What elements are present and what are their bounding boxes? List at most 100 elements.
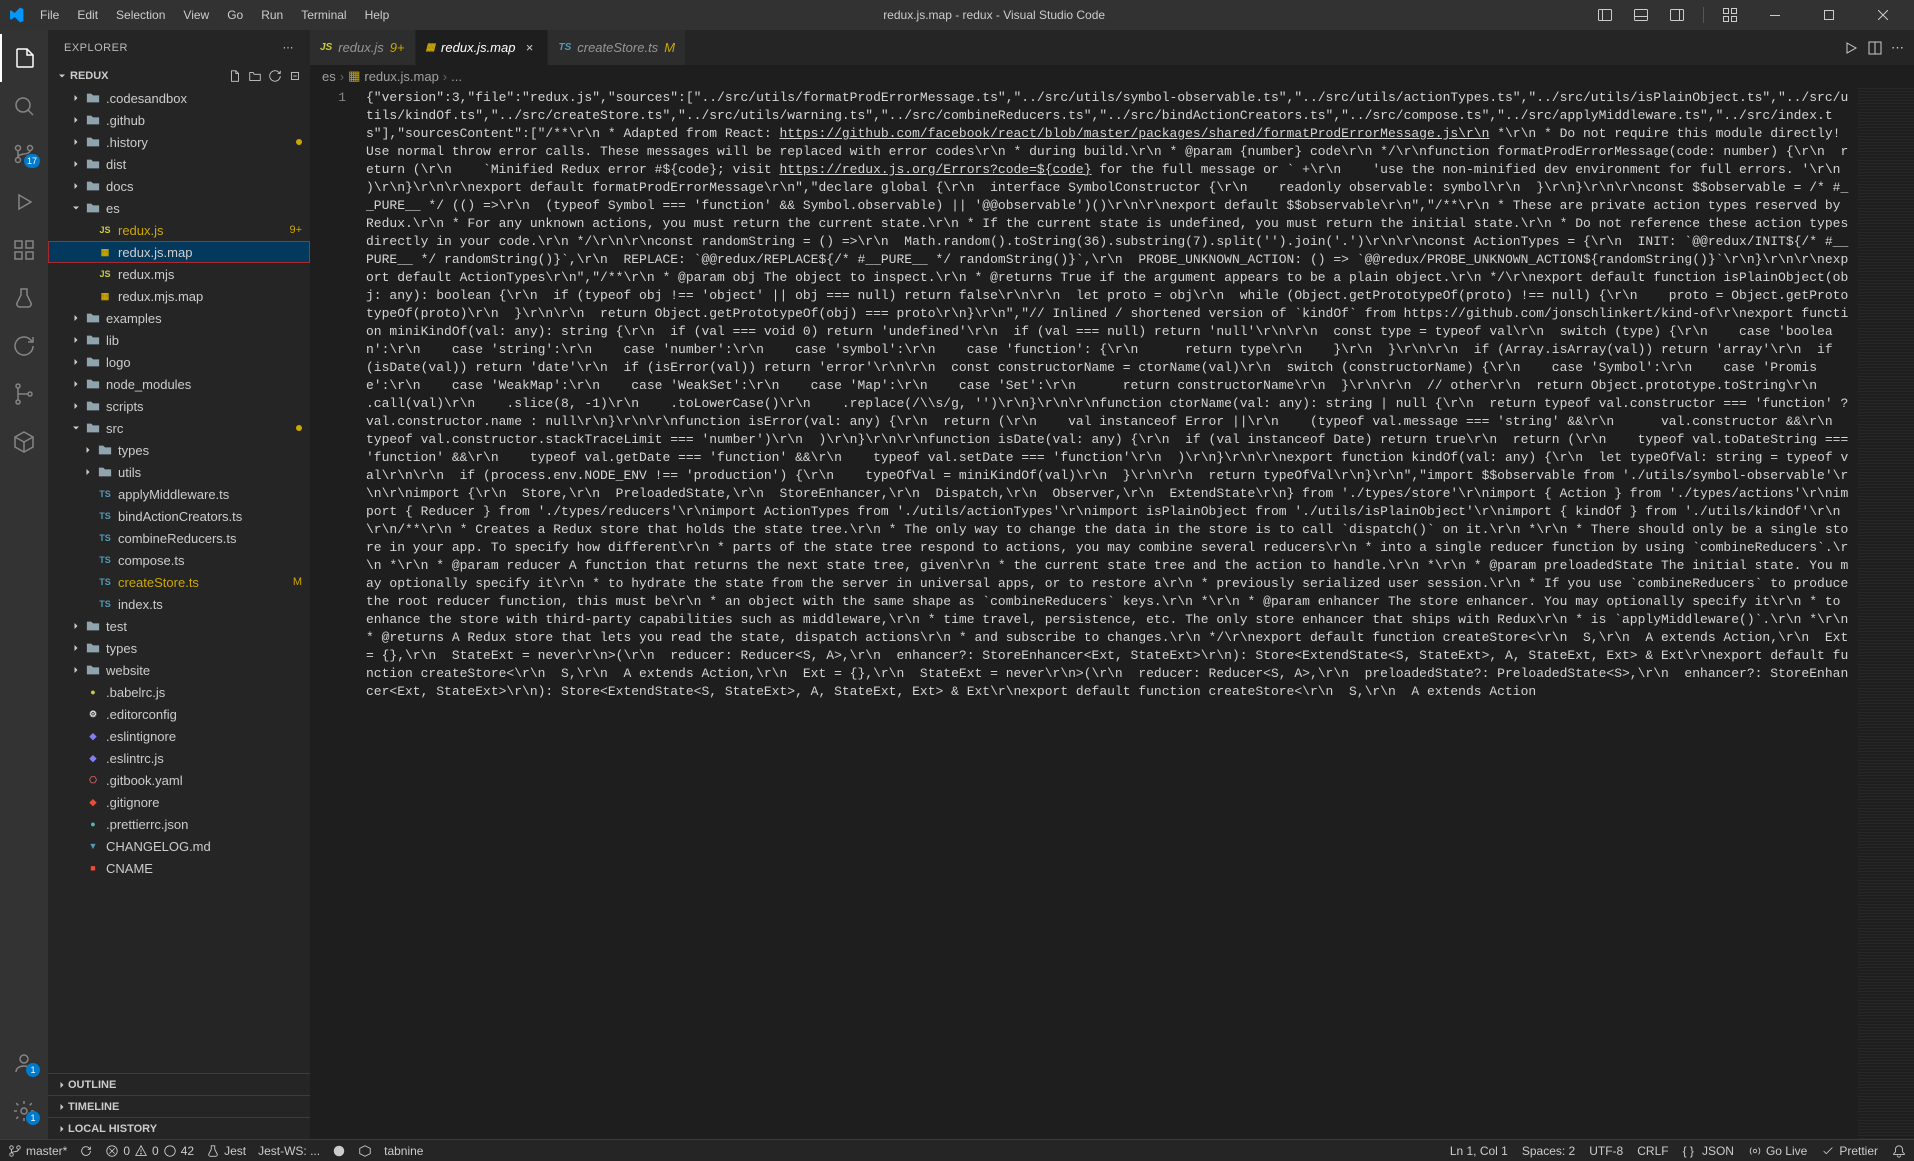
tree-file[interactable]: TScombineReducers.ts [48, 527, 310, 549]
minimize-button[interactable] [1752, 0, 1798, 30]
status-tabnine[interactable]: tabnine [384, 1144, 423, 1158]
menu-selection[interactable]: Selection [108, 4, 173, 26]
editor-more-icon[interactable]: ⋯ [1891, 40, 1904, 56]
tree-file[interactable]: TScreateStore.tsM [48, 571, 310, 593]
outline-section[interactable]: OUTLINE [48, 1073, 310, 1095]
status-eol[interactable]: CRLF [1637, 1144, 1668, 1158]
refresh-icon[interactable] [268, 69, 282, 83]
local-history-section[interactable]: LOCAL HISTORY [48, 1117, 310, 1139]
tree-folder[interactable]: lib [48, 329, 310, 351]
tree-file[interactable]: ▼CHANGELOG.md [48, 835, 310, 857]
breadcrumb-segment[interactable]: redux.js.map [364, 69, 438, 84]
status-branch[interactable]: master* [8, 1144, 67, 1158]
breadcrumb-segment[interactable]: es [322, 69, 336, 84]
customize-layout-icon[interactable] [1716, 4, 1744, 26]
tree-folder[interactable]: node_modules [48, 373, 310, 395]
toggle-panel-icon[interactable] [1627, 4, 1655, 26]
status-cursor[interactable]: Ln 1, Col 1 [1450, 1144, 1508, 1158]
tree-file[interactable]: ⚙.editorconfig [48, 703, 310, 725]
menu-file[interactable]: File [32, 4, 67, 26]
tree-file[interactable]: TSapplyMiddleware.ts [48, 483, 310, 505]
activity-accounts-icon[interactable]: 1 [0, 1039, 48, 1087]
run-debug-file-icon[interactable] [1843, 40, 1859, 56]
editor-tab[interactable]: JSredux.js9+ [310, 30, 416, 65]
tree-folder[interactable]: es [48, 197, 310, 219]
toggle-primary-sidebar-icon[interactable] [1591, 4, 1619, 26]
activity-package-icon[interactable] [0, 418, 48, 466]
status-indentation[interactable]: Spaces: 2 [1522, 1144, 1575, 1158]
activity-settings-icon[interactable]: 1 [0, 1087, 48, 1135]
split-editor-icon[interactable] [1867, 40, 1883, 56]
tree-folder[interactable]: website [48, 659, 310, 681]
close-tab-icon[interactable]: × [521, 40, 537, 55]
menu-edit[interactable]: Edit [69, 4, 106, 26]
tree-file[interactable]: ▦redux.js.map [48, 241, 310, 263]
tree-folder[interactable]: docs [48, 175, 310, 197]
new-folder-icon[interactable] [248, 69, 262, 83]
tree-file[interactable]: ⎔.gitbook.yaml [48, 769, 310, 791]
status-jest[interactable]: Jest [206, 1144, 246, 1158]
tree-folder[interactable]: examples [48, 307, 310, 329]
menu-go[interactable]: Go [219, 4, 251, 26]
activity-test-icon[interactable] [0, 274, 48, 322]
menu-run[interactable]: Run [253, 4, 291, 26]
explorer-root[interactable]: REDUX [48, 65, 310, 87]
activity-extensions-icon[interactable] [0, 226, 48, 274]
status-copilot[interactable] [332, 1144, 346, 1158]
toggle-secondary-sidebar-icon[interactable] [1663, 4, 1691, 26]
tree-file[interactable]: TScompose.ts [48, 549, 310, 571]
new-file-icon[interactable] [228, 69, 242, 83]
breadcrumb-segment[interactable]: ... [451, 69, 462, 84]
editor-tab[interactable]: ▦redux.js.map× [416, 30, 549, 65]
tree-folder[interactable]: src [48, 417, 310, 439]
tree-folder[interactable]: types [48, 439, 310, 461]
menu-help[interactable]: Help [357, 4, 398, 26]
activity-git-graph-icon[interactable] [0, 370, 48, 418]
status-language[interactable]: { }JSON [1683, 1144, 1734, 1158]
tree-folder[interactable]: .history [48, 131, 310, 153]
tree-file[interactable]: JSredux.js9+ [48, 219, 310, 241]
editor-body[interactable]: 1 {"version":3,"file":"redux.js","source… [310, 87, 1914, 1139]
tree-file[interactable]: JSredux.mjs [48, 263, 310, 285]
tree-file[interactable]: TSbindActionCreators.ts [48, 505, 310, 527]
tree-file[interactable]: ■CNAME [48, 857, 310, 879]
status-notifications[interactable] [1892, 1144, 1906, 1158]
close-button[interactable] [1860, 0, 1906, 30]
tree-folder[interactable]: .codesandbox [48, 87, 310, 109]
status-sync[interactable] [79, 1144, 93, 1158]
tree-file[interactable]: ◆.eslintrc.js [48, 747, 310, 769]
status-problems[interactable]: 0 0 42 [105, 1144, 194, 1158]
status-prettier[interactable]: Prettier [1821, 1144, 1878, 1158]
code-content[interactable]: {"version":3,"file":"redux.js","sources"… [366, 87, 1914, 1139]
activity-run-debug-icon[interactable] [0, 178, 48, 226]
tree-folder[interactable]: .github [48, 109, 310, 131]
explorer-more-icon[interactable]: ⋯ [283, 41, 295, 54]
activity-scm-icon[interactable]: 17 [0, 130, 48, 178]
breadcrumbs[interactable]: es › ▦ redux.js.map › ... [310, 65, 1914, 87]
tree-folder[interactable]: utils [48, 461, 310, 483]
activity-search-icon[interactable] [0, 82, 48, 130]
tree-file[interactable]: ▦redux.mjs.map [48, 285, 310, 307]
tree-folder[interactable]: types [48, 637, 310, 659]
tree-folder[interactable]: scripts [48, 395, 310, 417]
minimap[interactable] [1858, 87, 1914, 1139]
activity-sync-icon[interactable] [0, 322, 48, 370]
editor-tab[interactable]: TScreateStore.tsM [548, 30, 686, 65]
tree-file[interactable]: ◆.gitignore [48, 791, 310, 813]
maximize-button[interactable] [1806, 0, 1852, 30]
collapse-all-icon[interactable] [288, 69, 302, 83]
tree-folder[interactable]: logo [48, 351, 310, 373]
tree-file[interactable]: TSindex.ts [48, 593, 310, 615]
status-encoding[interactable]: UTF-8 [1589, 1144, 1623, 1158]
timeline-section[interactable]: TIMELINE [48, 1095, 310, 1117]
menu-view[interactable]: View [175, 4, 217, 26]
status-eslint[interactable] [358, 1144, 372, 1158]
tree-folder[interactable]: dist [48, 153, 310, 175]
tree-folder[interactable]: test [48, 615, 310, 637]
tree-file[interactable]: ●.babelrc.js [48, 681, 310, 703]
menu-terminal[interactable]: Terminal [293, 4, 354, 26]
tree-file[interactable]: ●.prettierrc.json [48, 813, 310, 835]
status-jest-ws[interactable]: Jest-WS: ... [258, 1144, 320, 1158]
activity-explorer-icon[interactable] [0, 34, 48, 82]
status-go-live[interactable]: Go Live [1748, 1144, 1807, 1158]
